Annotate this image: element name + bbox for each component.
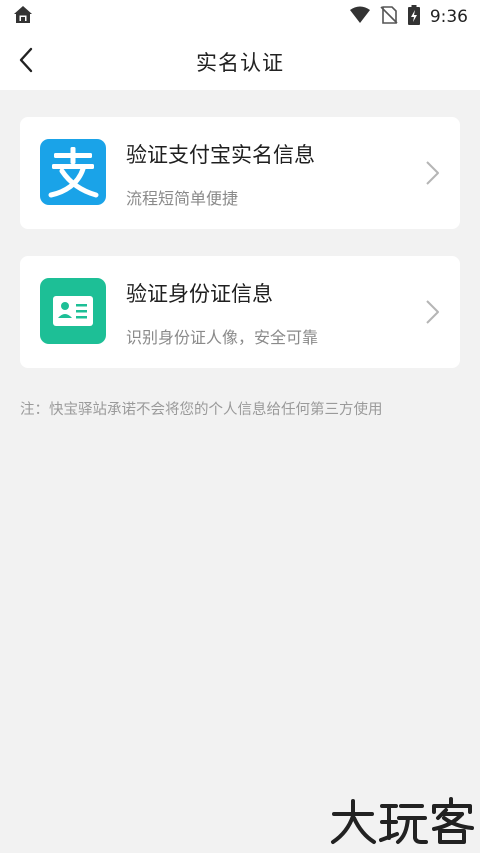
chevron-right-icon: [422, 159, 442, 187]
home-icon: [12, 4, 34, 30]
status-bar: 9:36: [0, 0, 480, 34]
app-header: 实名认证: [0, 34, 480, 90]
chevron-right-icon: [422, 298, 442, 326]
wifi-icon: [349, 6, 370, 28]
card-title: 验证支付宝实名信息: [126, 143, 315, 167]
alipay-icon: [40, 139, 106, 205]
card-title: 验证身份证信息: [126, 282, 273, 306]
card-subtitle: 识别身份证人像，安全可靠: [126, 328, 319, 347]
id-card-verify-card[interactable]: 验证身份证信息 识别身份证人像，安全可靠: [20, 256, 460, 368]
privacy-note: 注：快宝驿站承诺不会将您的个人信息给任何第三方使用: [20, 402, 383, 418]
back-button[interactable]: [8, 44, 44, 80]
card-subtitle: 流程短简单便捷: [126, 189, 239, 208]
alipay-verify-card[interactable]: 验证支付宝实名信息 流程短简单便捷: [20, 117, 460, 229]
watermark-logo: [330, 796, 476, 850]
page-title: 实名认证: [196, 51, 284, 75]
status-time: 9:36: [429, 7, 468, 27]
battery-charging-icon: [407, 5, 420, 29]
status-icons: 9:36: [349, 5, 468, 29]
no-signal-icon: [380, 6, 398, 28]
chevron-left-icon: [18, 47, 34, 77]
id-card-icon: [40, 278, 106, 344]
